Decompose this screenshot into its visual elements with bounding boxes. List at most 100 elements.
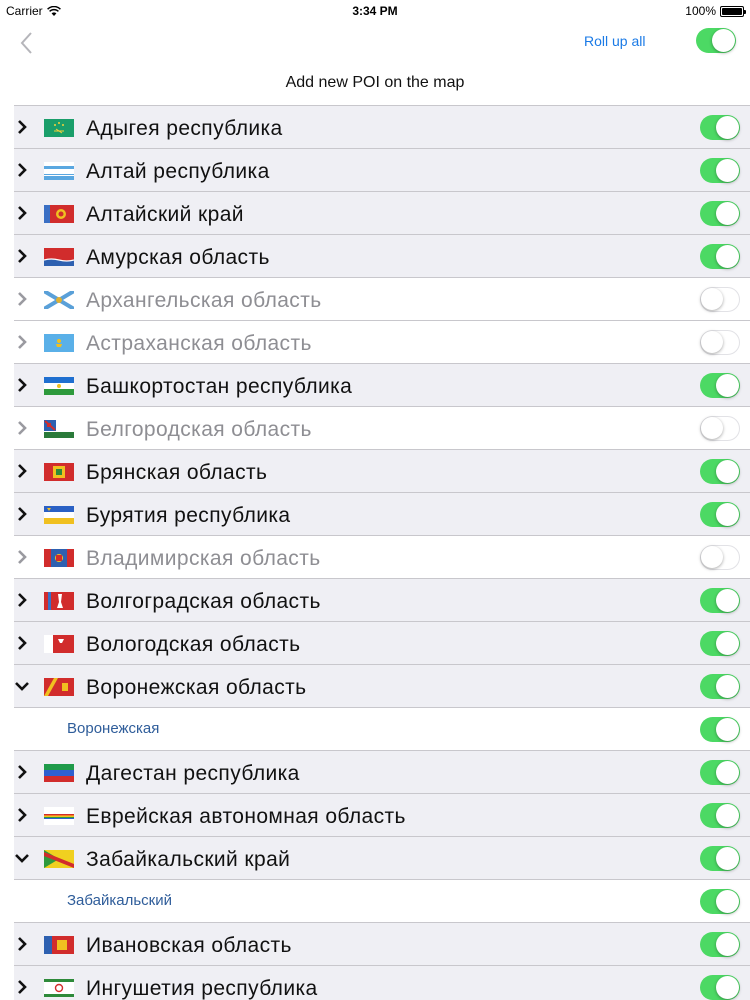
- region-row[interactable]: Забайкальский край: [14, 837, 750, 880]
- roll-up-all-button[interactable]: Roll up all: [584, 33, 645, 49]
- chevron-right-icon[interactable]: [14, 635, 30, 651]
- region-row[interactable]: Воронежская область: [14, 665, 750, 708]
- chevron-right-icon[interactable]: [14, 334, 30, 350]
- back-button[interactable]: [14, 28, 42, 58]
- region-row[interactable]: Архангельская область: [14, 278, 750, 321]
- region-label: Брянская область: [86, 461, 268, 484]
- region-toggle[interactable]: [700, 459, 740, 484]
- chevron-right-icon[interactable]: [14, 377, 30, 393]
- chevron-down-icon[interactable]: [14, 850, 30, 866]
- region-label: Забайкальский край: [86, 848, 291, 871]
- battery-percent: 100%: [685, 4, 716, 18]
- region-row[interactable]: Владимирская область: [14, 536, 750, 579]
- all-regions-toggle[interactable]: [696, 28, 736, 53]
- chevron-right-icon[interactable]: [14, 119, 30, 135]
- region-toggle[interactable]: [700, 846, 740, 871]
- chevron-right-icon[interactable]: [14, 420, 30, 436]
- region-toggle[interactable]: [700, 416, 740, 441]
- region-row[interactable]: Брянская область: [14, 450, 750, 493]
- region-row[interactable]: Дагестан республика: [14, 751, 750, 794]
- chevron-down-icon[interactable]: [14, 678, 30, 694]
- ivanovo-flag-icon: [44, 936, 74, 954]
- toggle-knob: [716, 589, 739, 612]
- region-label: Алтай республика: [86, 160, 270, 183]
- region-label: Алтайский край: [86, 203, 244, 226]
- region-row[interactable]: Еврейская автономная область: [14, 794, 750, 837]
- chevron-right-icon[interactable]: [14, 248, 30, 264]
- region-toggle[interactable]: [700, 588, 740, 613]
- region-row[interactable]: Ингушетия республика: [14, 966, 750, 1000]
- chevron-right-icon[interactable]: [14, 764, 30, 780]
- amur-flag-icon: [44, 248, 74, 266]
- chevron-right-icon[interactable]: [14, 979, 30, 995]
- toggle-knob: [716, 460, 739, 483]
- toggle-knob: [716, 202, 739, 225]
- region-toggle[interactable]: [700, 287, 740, 312]
- chevron-right-icon[interactable]: [14, 936, 30, 952]
- toggle-knob: [701, 288, 723, 310]
- region-row[interactable]: Вологодская область: [14, 622, 750, 665]
- subregion-toggle[interactable]: [700, 717, 740, 742]
- region-toggle[interactable]: [700, 502, 740, 527]
- toggle-knob: [716, 933, 739, 956]
- region-toggle[interactable]: [700, 373, 740, 398]
- region-row[interactable]: Алтай республика: [14, 149, 750, 192]
- region-label: Бурятия республика: [86, 504, 291, 527]
- chevron-right-icon[interactable]: [14, 463, 30, 479]
- status-bar: Carrier 3:34 PM 100%: [0, 0, 750, 22]
- chevron-right-icon[interactable]: [14, 291, 30, 307]
- region-label: Вологодская область: [86, 633, 301, 656]
- toggle-knob: [701, 546, 723, 568]
- region-row[interactable]: Башкортостан республика: [14, 364, 750, 407]
- region-toggle[interactable]: [700, 115, 740, 140]
- altai-krai-flag-icon: [44, 205, 74, 223]
- region-toggle[interactable]: [700, 803, 740, 828]
- region-label: Астраханская область: [86, 332, 312, 355]
- region-label: Еврейская автономная область: [86, 805, 406, 828]
- chevron-left-icon: [20, 32, 32, 54]
- dagestan-flag-icon: [44, 764, 74, 782]
- toggle-knob: [716, 718, 739, 741]
- region-label: Воронежская область: [86, 676, 307, 699]
- chevron-right-icon[interactable]: [14, 205, 30, 221]
- chevron-right-icon[interactable]: [14, 162, 30, 178]
- region-toggle[interactable]: [700, 760, 740, 785]
- region-toggle[interactable]: [700, 674, 740, 699]
- chevron-right-icon[interactable]: [14, 549, 30, 565]
- region-toggle[interactable]: [700, 932, 740, 957]
- ingushetia-flag-icon: [44, 979, 74, 997]
- toggle-knob: [716, 245, 739, 268]
- region-toggle[interactable]: [700, 330, 740, 355]
- toggle-knob: [716, 761, 739, 784]
- region-toggle[interactable]: [700, 631, 740, 656]
- subregion-row[interactable]: Воронежская: [14, 708, 750, 751]
- region-label: Волгоградская область: [86, 590, 321, 613]
- toggle-knob: [716, 890, 739, 913]
- region-row[interactable]: Адыгея республика: [14, 106, 750, 149]
- region-row[interactable]: Амурская область: [14, 235, 750, 278]
- region-label: Архангельская область: [86, 289, 322, 312]
- region-toggle[interactable]: [700, 201, 740, 226]
- chevron-right-icon[interactable]: [14, 592, 30, 608]
- subregion-toggle[interactable]: [700, 889, 740, 914]
- region-toggle[interactable]: [700, 545, 740, 570]
- region-row[interactable]: Белгородская область: [14, 407, 750, 450]
- chevron-right-icon[interactable]: [14, 807, 30, 823]
- region-row[interactable]: Волгоградская область: [14, 579, 750, 622]
- region-row[interactable]: Ивановская область: [14, 923, 750, 966]
- toggle-knob: [701, 331, 723, 353]
- toggle-knob: [716, 675, 739, 698]
- toggle-knob: [716, 804, 739, 827]
- region-label: Дагестан республика: [86, 762, 300, 785]
- chevron-right-icon[interactable]: [14, 506, 30, 522]
- region-row[interactable]: Бурятия республика: [14, 493, 750, 536]
- region-toggle[interactable]: [700, 158, 740, 183]
- region-toggle[interactable]: [700, 975, 740, 1000]
- subregion-row[interactable]: Забайкальский: [14, 880, 750, 923]
- region-row[interactable]: Алтайский край: [14, 192, 750, 235]
- vologda-flag-icon: [44, 635, 74, 653]
- region-row[interactable]: Астраханская область: [14, 321, 750, 364]
- region-label: Ивановская область: [86, 934, 292, 957]
- vladimir-flag-icon: [44, 549, 74, 567]
- region-toggle[interactable]: [700, 244, 740, 269]
